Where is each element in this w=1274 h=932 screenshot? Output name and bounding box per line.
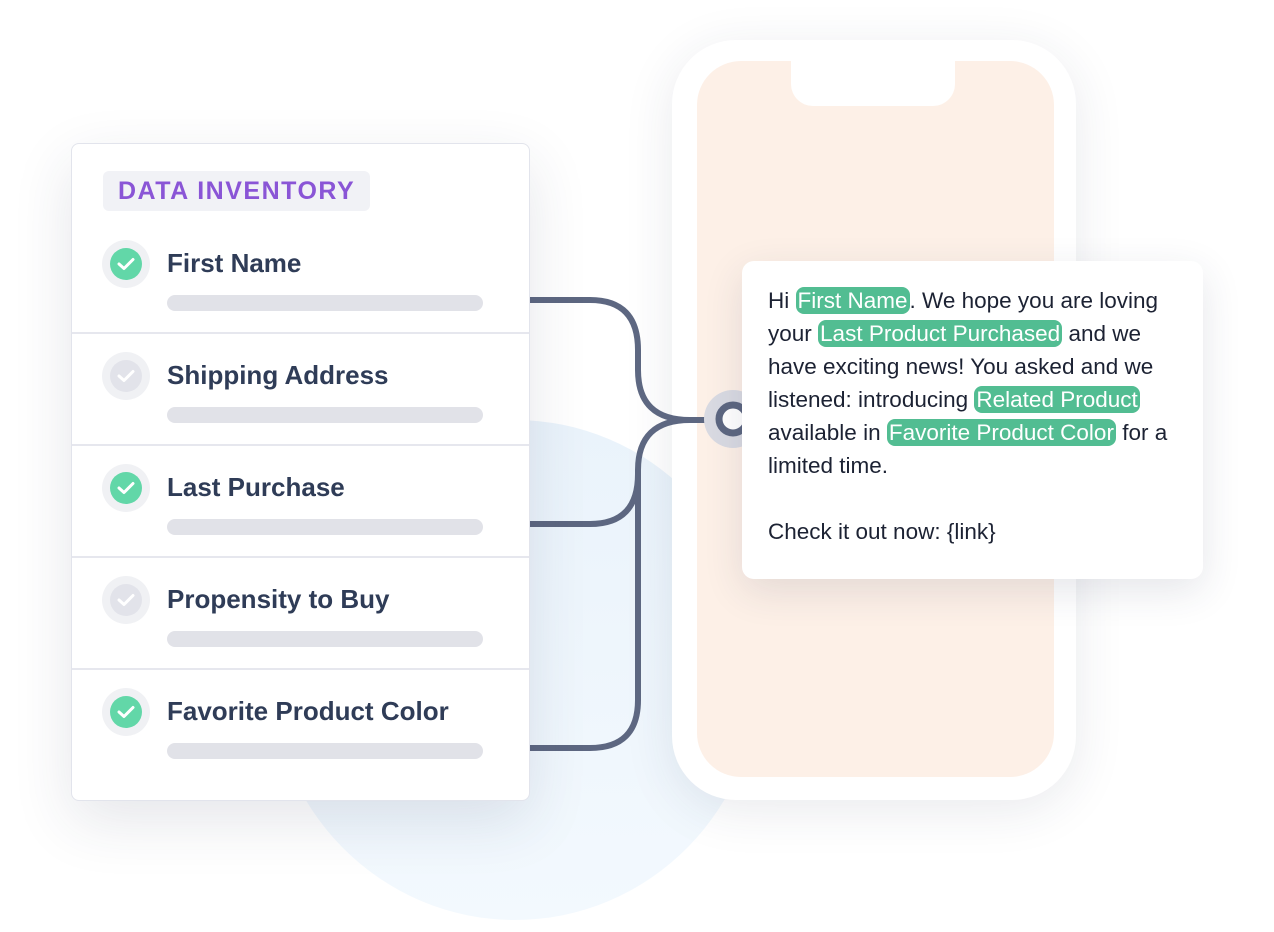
- inventory-item-label: Favorite Product Color: [167, 696, 449, 726]
- check-halo: [102, 688, 150, 736]
- data-inventory-title: DATA INVENTORY: [103, 171, 371, 211]
- inventory-item-propensity-to-buy[interactable]: Propensity to Buy: [72, 556, 529, 670]
- placeholder-bar: [167, 519, 483, 535]
- inventory-item-label: Propensity to Buy: [167, 584, 390, 614]
- inventory-item-shipping-address[interactable]: Shipping Address: [72, 332, 529, 446]
- checkmark-icon: [110, 472, 142, 504]
- checkmark-icon: [110, 584, 142, 616]
- check-halo: [102, 576, 150, 624]
- phone-notch: [791, 61, 955, 106]
- check-halo: [102, 464, 150, 512]
- checkmark-icon: [110, 696, 142, 728]
- placeholder-bar: [167, 631, 483, 647]
- inventory-item-label: First Name: [167, 248, 302, 278]
- inventory-item-favorite-product-color[interactable]: Favorite Product Color: [72, 668, 529, 782]
- check-halo: [102, 352, 150, 400]
- placeholder-bar: [167, 295, 483, 311]
- check-halo: [102, 240, 150, 288]
- placeholder-bar: [167, 743, 483, 759]
- message-preview-card: Hi First Name. We hope you are loving yo…: [742, 261, 1203, 579]
- merge-tag-related-product: Related Product: [974, 386, 1140, 413]
- inventory-item-label: Last Purchase: [167, 472, 345, 502]
- message-cta: Check it out now: {link}: [768, 519, 996, 544]
- merge-tag-first-name: First Name: [795, 287, 910, 314]
- placeholder-bar: [167, 407, 483, 423]
- message-body: Hi First Name. We hope you are loving yo…: [768, 284, 1188, 548]
- data-inventory-card: DATA INVENTORY First Name Shipping Addre…: [71, 143, 530, 801]
- message-text: Hi: [768, 288, 790, 313]
- inventory-item-last-purchase[interactable]: Last Purchase: [72, 444, 529, 558]
- message-text: available in: [768, 420, 881, 445]
- checkmark-icon: [110, 360, 142, 392]
- inventory-item-label: Shipping Address: [167, 360, 389, 390]
- inventory-item-first-name[interactable]: First Name: [72, 222, 529, 334]
- merge-tag-last-product: Last Product Purchased: [818, 320, 1063, 347]
- merge-tag-favorite-color: Favorite Product Color: [886, 419, 1116, 446]
- checkmark-icon: [110, 248, 142, 280]
